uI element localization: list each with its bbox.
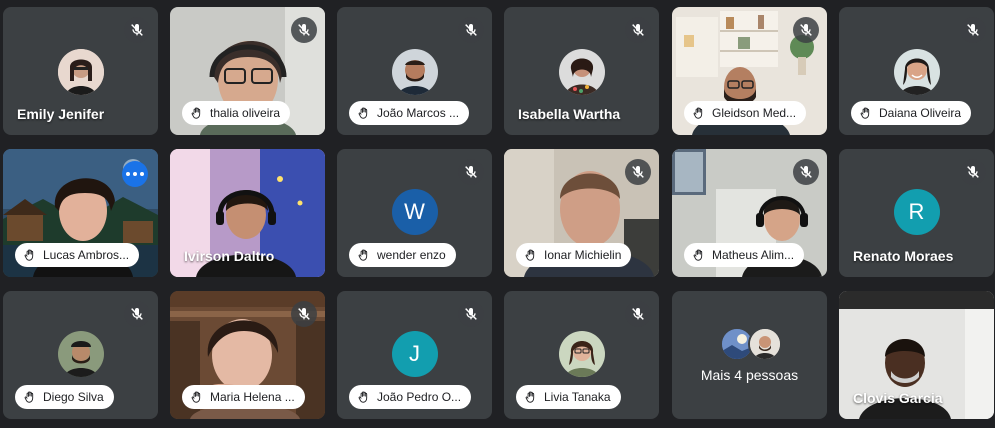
name-pill: João Marcos ... (349, 101, 470, 125)
hand-raised-icon (692, 248, 706, 262)
participant-name: Clovis Garcia (853, 390, 943, 406)
avatar-initial: W (391, 189, 438, 235)
mic-off-icon (960, 17, 986, 43)
participant-tile-ionar[interactable]: Ionar Michielin (504, 149, 659, 277)
participant-tile-renato[interactable]: R Renato Moraes (839, 149, 994, 277)
participant-tile-maria[interactable]: Maria Helena ... (170, 291, 325, 419)
participant-name: Isabella Wartha (518, 106, 621, 122)
mic-off-icon (625, 17, 651, 43)
avatar (391, 49, 438, 95)
participant-tile-clovis[interactable]: Clovis Garcia (839, 291, 994, 419)
participant-tile-daiana[interactable]: Daiana Oliveira (839, 7, 994, 135)
mic-off-icon (793, 159, 819, 185)
hand-raised-icon (23, 390, 37, 404)
mic-off-icon (291, 301, 317, 327)
participant-tile-emily[interactable]: Emily Jenifer (3, 7, 158, 135)
name-pill: wender enzo (349, 243, 456, 267)
avatar (558, 49, 605, 95)
participant-name: Renato Moraes (853, 248, 954, 264)
hand-raised-icon (859, 106, 873, 120)
name-pill: Lucas Ambros... (15, 243, 140, 267)
name-pill: João Pedro O... (349, 385, 472, 409)
participant-tile-gleidson[interactable]: Gleidson Med... (672, 7, 827, 135)
avatar (57, 49, 104, 95)
name-pill: Daiana Oliveira (851, 101, 972, 125)
hand-raised-icon (357, 390, 371, 404)
mic-off-icon (458, 301, 484, 327)
mic-off-icon (960, 159, 986, 185)
participant-tile-matheus[interactable]: Matheus Alim... (672, 149, 827, 277)
hand-raised-icon (190, 106, 204, 120)
avatar (558, 331, 605, 377)
hand-raised-icon (357, 248, 371, 262)
more-participants-tile[interactable]: Mais 4 pessoas (672, 291, 827, 419)
participant-tile-thalia[interactable]: thalia oliveira (170, 7, 325, 135)
avatar-initial: J (391, 331, 438, 377)
mic-off-icon (625, 159, 651, 185)
name-pill: Gleidson Med... (684, 101, 807, 125)
participant-name: Emily Jenifer (17, 106, 105, 122)
mic-off-icon (124, 301, 150, 327)
participant-tile-diego[interactable]: Diego Silva (3, 291, 158, 419)
hand-raised-icon (692, 106, 706, 120)
participant-tile-ivirson[interactable]: Ivirson Daltro (170, 149, 325, 277)
name-pill: Ionar Michielin (516, 243, 632, 267)
mic-off-icon (458, 17, 484, 43)
more-options-icon[interactable] (122, 161, 148, 187)
avatar (57, 331, 104, 377)
name-pill: Matheus Alim... (684, 243, 805, 267)
name-pill: Maria Helena ... (182, 385, 305, 409)
mic-off-icon (291, 17, 317, 43)
hand-raised-icon (357, 106, 371, 120)
hand-raised-icon (23, 248, 37, 262)
avatar-initial: R (893, 189, 940, 235)
mic-off-icon (124, 17, 150, 43)
participant-tile-joao-pedro[interactable]: J João Pedro O... (337, 291, 492, 419)
name-pill: thalia oliveira (182, 101, 291, 125)
participant-tile-isabella[interactable]: Isabella Wartha (504, 7, 659, 135)
more-participants-label: Mais 4 pessoas (700, 367, 799, 383)
avatar (748, 327, 782, 361)
participant-tile-wender[interactable]: W wender enzo (337, 149, 492, 277)
mic-off-icon (793, 17, 819, 43)
mic-off-icon (458, 159, 484, 185)
hand-raised-icon (190, 390, 204, 404)
participant-tile-livia[interactable]: Livia Tanaka (504, 291, 659, 419)
participant-tile-joao-marcos[interactable]: João Marcos ... (337, 7, 492, 135)
name-pill: Livia Tanaka (516, 385, 621, 409)
avatar (893, 49, 940, 95)
participant-name: Ivirson Daltro (184, 248, 275, 264)
participant-tile-lucas[interactable]: Lucas Ambros... (3, 149, 158, 277)
hand-raised-icon (524, 248, 538, 262)
name-pill: Diego Silva (15, 385, 114, 409)
mic-off-icon (625, 301, 651, 327)
hand-raised-icon (524, 390, 538, 404)
